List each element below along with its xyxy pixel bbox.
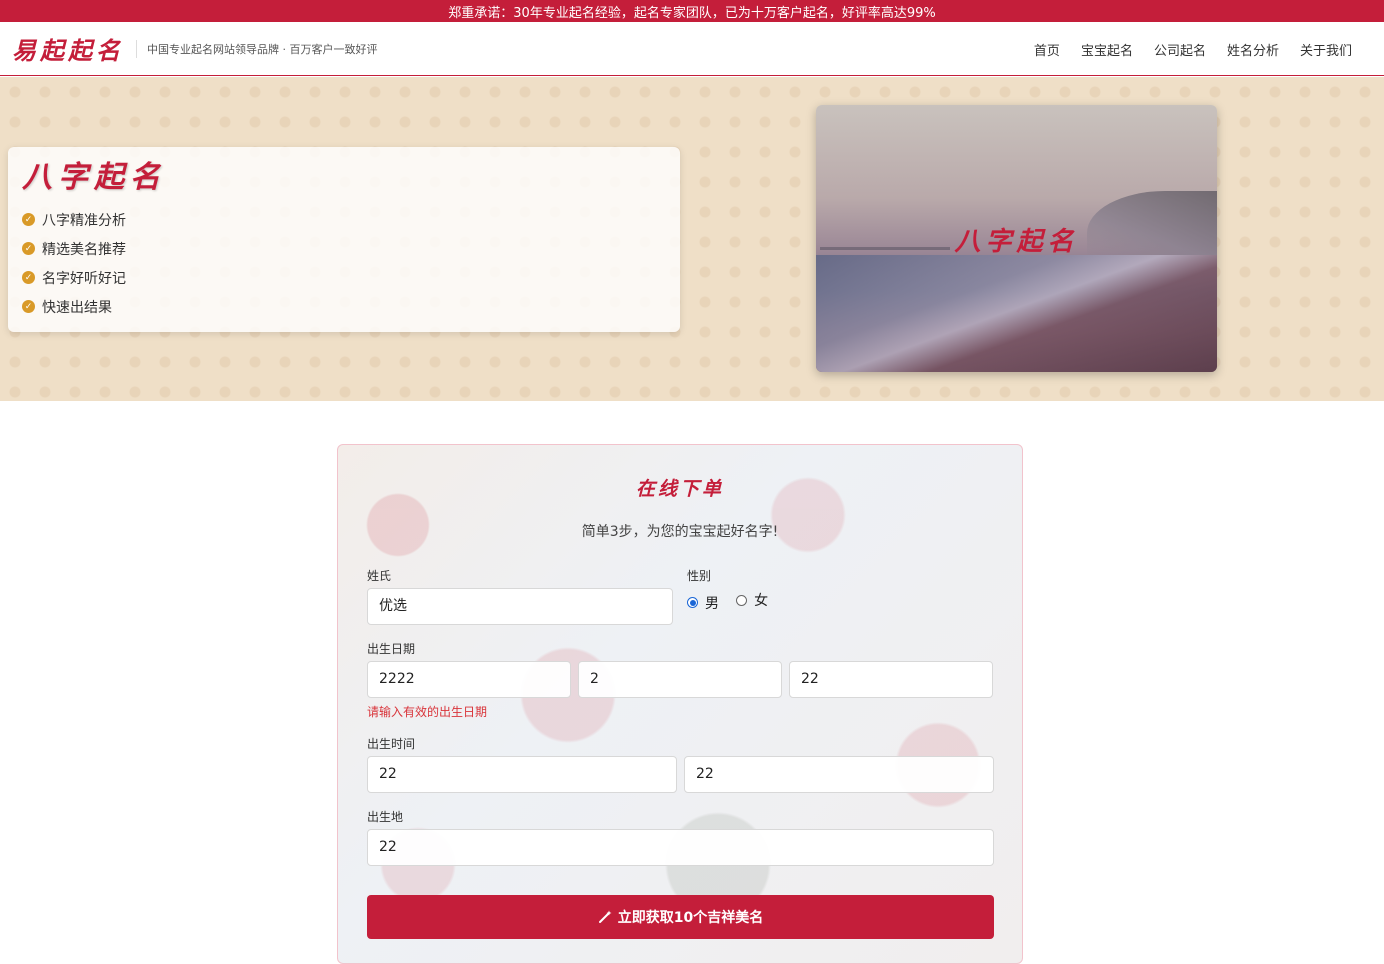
site-header: 易起起名 中国专业起名网站领导品牌 · 百万客户一致好评 首页 宝宝起名 公司起… [0,22,1384,76]
surname-group: 姓氏 优选 [367,568,673,625]
order-subtitle: 简单3步，为您的宝宝起好名字! [581,524,779,540]
hero-title: 八字起名 [22,160,166,195]
birthdate-label: 出生日期 [367,642,416,656]
check-circle-icon: ✓ [22,242,35,255]
submit-label: 立即获取10个吉祥美名 [617,910,764,926]
check-circle-icon: ✓ [22,213,35,226]
image-title: 八字起名 [954,227,1079,257]
announcement-text: 郑重承诺：30年专业起名经验，起名专家团队，已为十万客户起名，好评率高达99% [448,5,936,21]
birthplace-input[interactable]: 22 [367,829,994,866]
gender-group: 性别 男 女 [687,568,993,613]
submit-button[interactable]: 立即获取10个吉祥美名 [367,895,994,939]
hero-banner: 八字起名 ✓ 八字精准分析 ✓ 精选美名推荐 ✓ 名字好听好记 ✓ 快速出结果 … [0,77,1384,401]
hero-card: 八字起名 ✓ 八字精准分析 ✓ 精选美名推荐 ✓ 名字好听好记 ✓ 快速出结果 [8,147,680,332]
feature-item: ✓ 八字精准分析 [22,205,666,234]
check-circle-icon: ✓ [22,271,35,284]
surname-input[interactable]: 优选 [367,588,673,625]
feature-text: 八字精准分析 [42,212,126,229]
site-logo[interactable]: 易起起名 [12,31,124,66]
nav-company-naming[interactable]: 公司起名 [1154,40,1206,59]
header-slogan: 中国专业起名网站领导品牌 · 百万客户一致好评 [147,42,378,56]
birthtime-label: 出生时间 [367,737,416,751]
hero-beach-image: 八字起名 [816,105,1217,372]
feature-item: ✓ 快速出结果 [22,292,666,321]
gender-male-label: 男 [705,595,719,612]
nav-baby-naming[interactable]: 宝宝起名 [1081,40,1133,59]
check-circle-icon: ✓ [22,300,35,313]
feature-text: 精选美名推荐 [42,241,126,258]
gender-radio-male[interactable]: 男 [687,593,719,613]
feature-text: 名字好听好记 [42,270,126,287]
feature-text: 快速出结果 [42,299,112,316]
birth-year-input[interactable]: 2222 [367,661,571,698]
nav-home[interactable]: 首页 [1034,40,1060,59]
birth-minute-input[interactable]: 22 [684,756,994,793]
order-form-card: 在线下单 简单3步，为您的宝宝起好名字! 姓氏 优选 性别 男 女 出生日期 2… [337,444,1023,964]
birthplace-label: 出生地 [367,810,404,824]
radio-checked-icon[interactable] [687,597,698,608]
main-nav: 首页 宝宝起名 公司起名 姓名分析 关于我们 [1034,22,1352,76]
birthplace-group: 出生地 22 [367,809,994,866]
surname-label: 姓氏 [367,569,392,583]
order-title: 在线下单 [635,478,724,500]
image-shore [816,255,1217,372]
top-announcement-bar: 郑重承诺：30年专业起名经验，起名专家团队，已为十万客户起名，好评率高达99% [0,0,1384,22]
birthtime-group: 出生时间 22 22 [367,736,994,793]
feature-item: ✓ 精选美名推荐 [22,234,666,263]
nav-about-us[interactable]: 关于我们 [1300,40,1352,59]
birthdate-error: 请输入有效的出生日期 [367,705,488,719]
nav-name-analysis[interactable]: 姓名分析 [1227,40,1279,59]
birth-day-input[interactable]: 22 [789,661,993,698]
radio-unchecked-icon[interactable] [736,594,748,606]
feature-item: ✓ 名字好听好记 [22,263,666,292]
magic-wand-icon [598,910,612,923]
gender-label: 性别 [687,569,712,583]
gender-radio-female[interactable]: 女 [736,590,768,610]
birth-month-input[interactable]: 2 [578,661,782,698]
gender-female-label: 女 [754,593,769,609]
birthdate-group: 出生日期 2222 2 22 请输入有效的出生日期 [367,641,994,720]
birth-hour-input[interactable]: 22 [367,756,677,793]
header-divider [136,39,137,58]
